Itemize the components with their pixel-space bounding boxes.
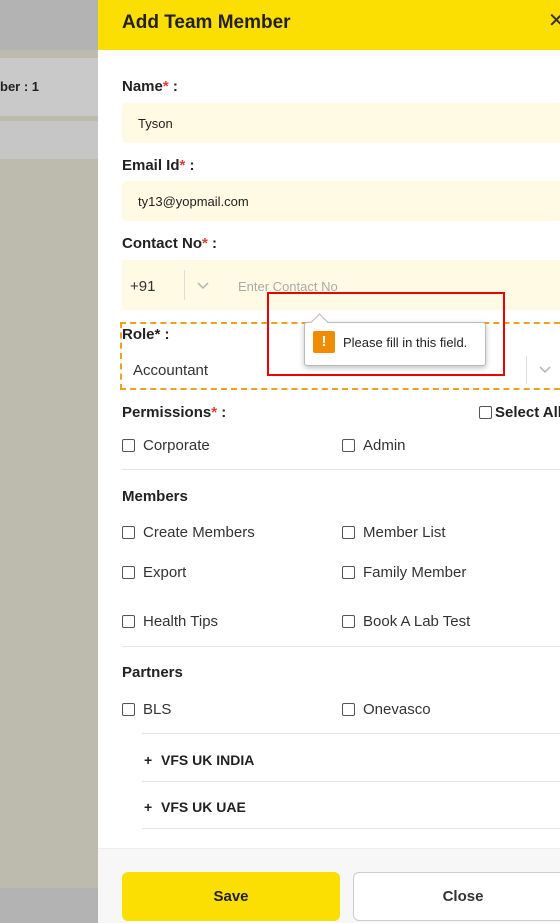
background-row: ber : 1 (0, 58, 100, 116)
permission-checkbox-corporate[interactable]: Corporate (122, 437, 210, 454)
divider (122, 469, 560, 470)
drawer-header: Add Team Member ✕ (98, 0, 560, 50)
permission-checkbox-bls[interactable]: BLS (122, 701, 171, 718)
close-button[interactable]: Close (353, 872, 560, 921)
divider (122, 646, 560, 647)
role-label: Role* : (122, 326, 170, 343)
background-row-text: ber : 1 (0, 79, 40, 94)
group-label: VFS UK UAE (161, 799, 246, 815)
permission-checkbox-create-members[interactable]: Create Members (122, 524, 255, 541)
highlight-box (267, 292, 505, 376)
divider (142, 781, 560, 782)
group-vfs-uk-india[interactable]: + VFS UK INDIA (142, 736, 560, 782)
permission-checkbox-book-lab-test[interactable]: Book A Lab Test (342, 613, 470, 630)
permission-checkbox-export[interactable]: Export (122, 564, 186, 581)
name-field[interactable]: Tyson (122, 103, 560, 143)
email-field[interactable]: ty13@yopmail.com (122, 181, 560, 221)
drawer-title: Add Team Member (122, 12, 291, 33)
plus-icon: + (144, 799, 153, 815)
permission-checkbox-member-list[interactable]: Member List (342, 524, 446, 541)
save-button[interactable]: Save (122, 872, 340, 921)
email-value: ty13@yopmail.com (138, 194, 249, 209)
chevron-down-icon[interactable] (536, 360, 554, 378)
role-select[interactable]: Accountant (133, 362, 208, 379)
permission-checkbox-admin[interactable]: Admin (342, 437, 406, 454)
background-bar (0, 121, 100, 159)
permission-checkbox-onevasco[interactable]: Onevasco (342, 701, 431, 718)
divider (184, 270, 185, 300)
divider (142, 828, 560, 829)
permission-checkbox-health-tips[interactable]: Health Tips (122, 613, 218, 630)
chevron-down-icon[interactable] (194, 276, 212, 294)
permission-checkbox-family-member[interactable]: Family Member (342, 564, 466, 581)
add-team-member-drawer: Add Team Member ✕ Name* : Tyson Email Id… (98, 0, 560, 923)
plus-icon: + (144, 752, 153, 768)
country-code-select[interactable]: +91 (130, 278, 155, 295)
close-icon[interactable]: ✕ (548, 11, 560, 31)
group-label: VFS UK INDIA (161, 752, 255, 768)
name-label: Name* : (122, 78, 178, 95)
email-label: Email Id* : (122, 157, 195, 174)
permissions-label: Permissions* : (122, 404, 227, 421)
contact-label: Contact No* : (122, 235, 218, 252)
partners-section-title: Partners (122, 664, 183, 681)
background-footer (0, 888, 100, 923)
members-section-title: Members (122, 488, 188, 505)
select-all-checkbox[interactable]: Select All (479, 404, 560, 421)
divider (526, 356, 527, 384)
background-header (0, 0, 100, 50)
divider (142, 733, 560, 734)
name-value: Tyson (138, 116, 173, 131)
group-vfs-uk-uae[interactable]: + VFS UK UAE (142, 783, 560, 829)
